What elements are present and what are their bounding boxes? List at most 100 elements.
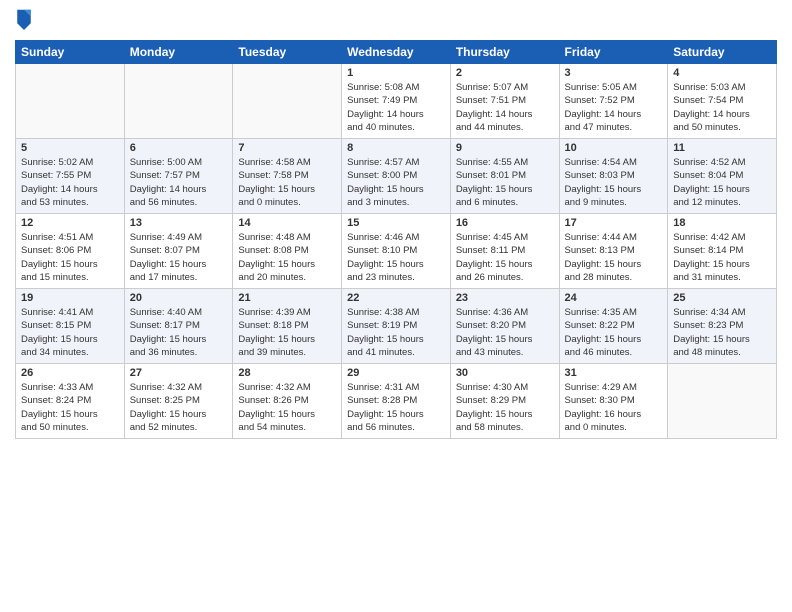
weekday-header: Sunday (16, 41, 125, 64)
page-container: SundayMondayTuesdayWednesdayThursdayFrid… (0, 0, 792, 447)
day-number: 23 (456, 292, 554, 304)
day-number: 16 (456, 217, 554, 229)
weekday-header: Saturday (668, 41, 777, 64)
day-info: Sunrise: 5:08 AM Sunset: 7:49 PM Dayligh… (347, 81, 445, 134)
day-info: Sunrise: 4:30 AM Sunset: 8:29 PM Dayligh… (456, 381, 554, 434)
day-number: 11 (673, 142, 771, 154)
day-info: Sunrise: 4:29 AM Sunset: 8:30 PM Dayligh… (565, 381, 663, 434)
calendar-cell: 13 Sunrise: 4:49 AM Sunset: 8:07 PM Dayli… (124, 214, 233, 289)
day-number: 4 (673, 67, 771, 79)
calendar-cell: 10 Sunrise: 4:54 AM Sunset: 8:03 PM Dayli… (559, 139, 668, 214)
calendar-week-row: 5Sunrise: 5:02 AM Sunset: 7:55 PM Daylig… (16, 139, 777, 214)
day-number: 25 (673, 292, 771, 304)
day-number: 17 (565, 217, 663, 229)
day-info: Sunrise: 4:34 AM Sunset: 8:23 PM Dayligh… (673, 306, 771, 359)
calendar-cell: 28Sunrise: 4:32 AM Sunset: 8:26 PM Dayli… (233, 364, 342, 439)
day-number: 5 (21, 142, 119, 154)
calendar-cell: 18Sunrise: 4:42 AM Sunset: 8:14 PM Dayli… (668, 214, 777, 289)
calendar-cell: 15Sunrise: 4:46 AM Sunset: 8:10 PM Dayli… (342, 214, 451, 289)
day-number: 10 (565, 142, 663, 154)
day-number: 15 (347, 217, 445, 229)
day-info: Sunrise: 4:49 AM Sunset: 8:07 PM Dayligh… (130, 231, 228, 284)
day-info: Sunrise: 4:33 AM Sunset: 8:24 PM Dayligh… (21, 381, 119, 434)
day-number: 14 (238, 217, 336, 229)
day-number: 31 (565, 367, 663, 379)
day-info: Sunrise: 4:35 AM Sunset: 8:22 PM Dayligh… (565, 306, 663, 359)
day-number: 9 (456, 142, 554, 154)
day-info: Sunrise: 4:42 AM Sunset: 8:14 PM Dayligh… (673, 231, 771, 284)
day-number: 1 (347, 67, 445, 79)
calendar-week-row: 26 Sunrise: 4:33 AM Sunset: 8:24 PM Dayli… (16, 364, 777, 439)
weekday-header: Tuesday (233, 41, 342, 64)
day-info: Sunrise: 4:57 AM Sunset: 8:00 PM Dayligh… (347, 156, 445, 209)
calendar-cell (668, 364, 777, 439)
day-number: 12 (21, 217, 119, 229)
weekday-header: Thursday (450, 41, 559, 64)
day-number: 7 (238, 142, 336, 154)
day-number: 29 (347, 367, 445, 379)
day-info: Sunrise: 4:52 AM Sunset: 8:04 PM Dayligh… (673, 156, 771, 209)
day-number: 30 (456, 367, 554, 379)
calendar-cell: 26 Sunrise: 4:33 AM Sunset: 8:24 PM Dayli… (16, 364, 125, 439)
day-number: 26 (21, 367, 119, 379)
day-info: Sunrise: 4:48 AM Sunset: 8:08 PM Dayligh… (238, 231, 336, 284)
calendar-cell: 25 Sunrise: 4:34 AM Sunset: 8:23 PM Dayli… (668, 289, 777, 364)
day-info: Sunrise: 4:58 AM Sunset: 7:58 PM Dayligh… (238, 156, 336, 209)
day-info: Sunrise: 4:31 AM Sunset: 8:28 PM Dayligh… (347, 381, 445, 434)
calendar-cell: 8 Sunrise: 4:57 AM Sunset: 8:00 PM Daylig… (342, 139, 451, 214)
day-info: Sunrise: 5:05 AM Sunset: 7:52 PM Dayligh… (565, 81, 663, 134)
calendar-cell: 4 Sunrise: 5:03 AM Sunset: 7:54 PM Daylig… (668, 64, 777, 139)
calendar-cell: 17 Sunrise: 4:44 AM Sunset: 8:13 PM Dayli… (559, 214, 668, 289)
calendar-cell: 3 Sunrise: 5:05 AM Sunset: 7:52 PM Daylig… (559, 64, 668, 139)
calendar-cell: 7 Sunrise: 4:58 AM Sunset: 7:58 PM Daylig… (233, 139, 342, 214)
calendar-cell: 19 Sunrise: 4:41 AM Sunset: 8:15 PM Dayli… (16, 289, 125, 364)
day-number: 6 (130, 142, 228, 154)
day-info: Sunrise: 4:54 AM Sunset: 8:03 PM Dayligh… (565, 156, 663, 209)
header (15, 10, 777, 32)
calendar-cell: 11 Sunrise: 4:52 AM Sunset: 8:04 PM Dayli… (668, 139, 777, 214)
calendar-header-row: SundayMondayTuesdayWednesdayThursdayFrid… (16, 41, 777, 64)
day-info: Sunrise: 4:44 AM Sunset: 8:13 PM Dayligh… (565, 231, 663, 284)
day-info: Sunrise: 4:32 AM Sunset: 8:25 PM Dayligh… (130, 381, 228, 434)
day-number: 3 (565, 67, 663, 79)
day-number: 21 (238, 292, 336, 304)
day-number: 20 (130, 292, 228, 304)
day-info: Sunrise: 5:00 AM Sunset: 7:57 PM Dayligh… (130, 156, 228, 209)
calendar-cell: 23 Sunrise: 4:36 AM Sunset: 8:20 PM Dayli… (450, 289, 559, 364)
calendar-cell: 22Sunrise: 4:38 AM Sunset: 8:19 PM Dayli… (342, 289, 451, 364)
day-info: Sunrise: 4:55 AM Sunset: 8:01 PM Dayligh… (456, 156, 554, 209)
day-info: Sunrise: 4:40 AM Sunset: 8:17 PM Dayligh… (130, 306, 228, 359)
calendar-cell (233, 64, 342, 139)
calendar-cell: 14 Sunrise: 4:48 AM Sunset: 8:08 PM Dayli… (233, 214, 342, 289)
weekday-header: Friday (559, 41, 668, 64)
day-info: Sunrise: 4:32 AM Sunset: 8:26 PM Dayligh… (238, 381, 336, 434)
weekday-header: Wednesday (342, 41, 451, 64)
day-number: 19 (21, 292, 119, 304)
calendar-cell: 20 Sunrise: 4:40 AM Sunset: 8:17 PM Dayli… (124, 289, 233, 364)
calendar-cell: 9 Sunrise: 4:55 AM Sunset: 8:01 PM Daylig… (450, 139, 559, 214)
calendar-cell: 2Sunrise: 5:07 AM Sunset: 7:51 PM Daylig… (450, 64, 559, 139)
calendar-cell: 1 Sunrise: 5:08 AM Sunset: 7:49 PM Daylig… (342, 64, 451, 139)
day-info: Sunrise: 4:39 AM Sunset: 8:18 PM Dayligh… (238, 306, 336, 359)
calendar-cell: 29 Sunrise: 4:31 AM Sunset: 8:28 PM Dayli… (342, 364, 451, 439)
day-number: 13 (130, 217, 228, 229)
day-info: Sunrise: 4:45 AM Sunset: 8:11 PM Dayligh… (456, 231, 554, 284)
day-number: 2 (456, 67, 554, 79)
calendar-cell: 12 Sunrise: 4:51 AM Sunset: 8:06 PM Dayli… (16, 214, 125, 289)
day-info: Sunrise: 4:41 AM Sunset: 8:15 PM Dayligh… (21, 306, 119, 359)
calendar-cell: 16 Sunrise: 4:45 AM Sunset: 8:11 PM Dayli… (450, 214, 559, 289)
calendar-cell: 27 Sunrise: 4:32 AM Sunset: 8:25 PM Dayli… (124, 364, 233, 439)
day-info: Sunrise: 4:36 AM Sunset: 8:20 PM Dayligh… (456, 306, 554, 359)
calendar-cell: 30 Sunrise: 4:30 AM Sunset: 8:29 PM Dayli… (450, 364, 559, 439)
calendar-cell (16, 64, 125, 139)
calendar-cell: 24 Sunrise: 4:35 AM Sunset: 8:22 PM Dayli… (559, 289, 668, 364)
calendar-week-row: 19 Sunrise: 4:41 AM Sunset: 8:15 PM Dayli… (16, 289, 777, 364)
calendar-week-row: 12 Sunrise: 4:51 AM Sunset: 8:06 PM Dayli… (16, 214, 777, 289)
calendar: SundayMondayTuesdayWednesdayThursdayFrid… (15, 40, 777, 439)
day-number: 8 (347, 142, 445, 154)
day-number: 24 (565, 292, 663, 304)
day-number: 27 (130, 367, 228, 379)
day-info: Sunrise: 4:51 AM Sunset: 8:06 PM Dayligh… (21, 231, 119, 284)
day-info: Sunrise: 5:03 AM Sunset: 7:54 PM Dayligh… (673, 81, 771, 134)
calendar-cell: 6 Sunrise: 5:00 AM Sunset: 7:57 PM Daylig… (124, 139, 233, 214)
